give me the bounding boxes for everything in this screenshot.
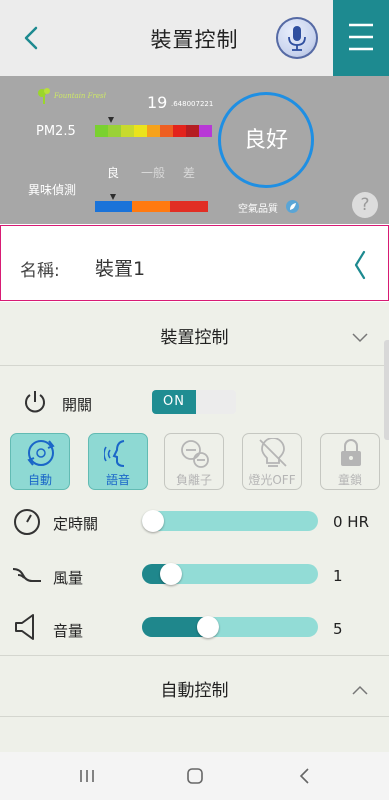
device-select-button[interactable] xyxy=(352,250,368,280)
mode-negative-ion-button[interactable]: 負離子 xyxy=(164,433,224,490)
mode-light-button[interactable]: 燈光OFF xyxy=(242,433,302,490)
power-icon xyxy=(22,389,48,415)
volume-label: 音量 xyxy=(53,622,84,640)
air-quality-label: 空氣品質 xyxy=(238,204,278,215)
help-icon: ? xyxy=(360,195,370,215)
power-label: 開關 xyxy=(62,396,93,414)
mode-auto-label: 自動 xyxy=(27,473,52,487)
chevron-down-icon xyxy=(352,328,368,343)
mode-negative-ion-label: 負離子 xyxy=(175,473,212,487)
svg-text:Fountain Fresh: Fountain Fresh xyxy=(53,92,106,100)
fan-speed-value: 1 xyxy=(333,567,343,585)
fan-speed-slider[interactable] xyxy=(142,563,318,585)
light-off-icon xyxy=(259,438,287,467)
pm25-scale-segment xyxy=(186,125,199,137)
power-toggle[interactable]: ON xyxy=(152,390,236,414)
pm25-scale-segment xyxy=(147,125,160,137)
back-arrow-icon xyxy=(299,768,309,784)
pm25-value-decimals: .648007221 xyxy=(171,100,214,108)
timer-label: 定時關 xyxy=(53,515,99,533)
side-panel-handle[interactable] xyxy=(384,340,389,440)
pm25-scale-segment xyxy=(121,125,134,137)
page-title: 裝置控制 xyxy=(150,28,239,52)
level-label-good: 良 xyxy=(107,166,120,180)
pm25-scale-segment xyxy=(199,125,212,137)
home-button[interactable] xyxy=(183,764,207,788)
home-icon xyxy=(187,768,203,784)
fan-speed-slider-knob[interactable] xyxy=(160,563,183,585)
recent-apps-button[interactable] xyxy=(75,764,99,788)
voice-face-icon xyxy=(104,440,125,467)
mode-light-label: 燈光OFF xyxy=(248,473,296,487)
fan-speed-icon xyxy=(12,560,42,590)
brand-logo: Fountain Fresh xyxy=(36,86,108,106)
timer-slider-knob[interactable] xyxy=(142,510,164,532)
mode-child-lock-label: 童鎖 xyxy=(337,473,362,487)
system-back-button[interactable] xyxy=(293,764,317,788)
volume-value: 5 xyxy=(333,620,343,638)
timer-value: 0 HR xyxy=(333,513,370,531)
negative-ion-icon xyxy=(181,440,209,468)
odor-detection-label: 異味偵測 xyxy=(28,183,77,197)
pm25-scale-segment xyxy=(173,125,186,137)
chevron-left-icon xyxy=(354,250,366,280)
pm25-label: PM2.5 xyxy=(36,124,76,139)
mode-voice-label: 語音 xyxy=(105,473,130,487)
leaf-icon xyxy=(286,198,299,213)
hamburger-menu-icon xyxy=(349,23,373,51)
device-name-label: 名稱: xyxy=(20,261,60,281)
auto-cycle-icon xyxy=(27,440,55,466)
volume-slider-knob[interactable] xyxy=(197,616,220,638)
device-control-title: 裝置控制 xyxy=(160,328,229,348)
power-toggle-state: ON xyxy=(152,390,196,414)
air-quality-status: 良好 xyxy=(243,128,288,153)
pm25-scale-segment xyxy=(108,125,121,137)
odor-scale-segment xyxy=(170,201,208,212)
level-label-average: 一般 xyxy=(141,166,166,180)
mode-voice-button[interactable]: 語音 xyxy=(88,433,148,490)
menu-button[interactable] xyxy=(333,0,389,76)
pm25-level-marker xyxy=(108,117,114,123)
odor-level-marker xyxy=(110,194,116,200)
pm25-value: 19 xyxy=(147,93,168,112)
chevron-up-icon xyxy=(352,680,368,695)
mode-child-lock-button[interactable]: 童鎖 xyxy=(320,433,380,490)
odor-scale-bar xyxy=(95,201,208,212)
microphone-icon xyxy=(288,26,306,51)
pm25-scale-segment xyxy=(160,125,173,137)
timer-icon xyxy=(12,507,42,537)
device-name-value: 裝置1 xyxy=(95,258,146,280)
auto-control-title: 自動控制 xyxy=(160,681,229,701)
voice-button[interactable] xyxy=(276,17,318,59)
pm25-scale-segment xyxy=(134,125,147,137)
mode-auto-button[interactable]: 自動 xyxy=(10,433,70,490)
level-label-bad: 差 xyxy=(183,166,196,180)
timer-slider[interactable] xyxy=(142,510,318,532)
speaker-icon xyxy=(12,612,42,642)
odor-scale-segment xyxy=(132,201,170,212)
pm25-scale-segment xyxy=(95,125,108,137)
lock-icon xyxy=(341,439,361,466)
odor-scale-segment xyxy=(95,201,132,212)
volume-slider[interactable] xyxy=(142,616,318,638)
fan-speed-label: 風量 xyxy=(53,569,84,587)
pm25-scale-bar xyxy=(95,125,212,137)
recent-apps-icon xyxy=(80,770,94,782)
